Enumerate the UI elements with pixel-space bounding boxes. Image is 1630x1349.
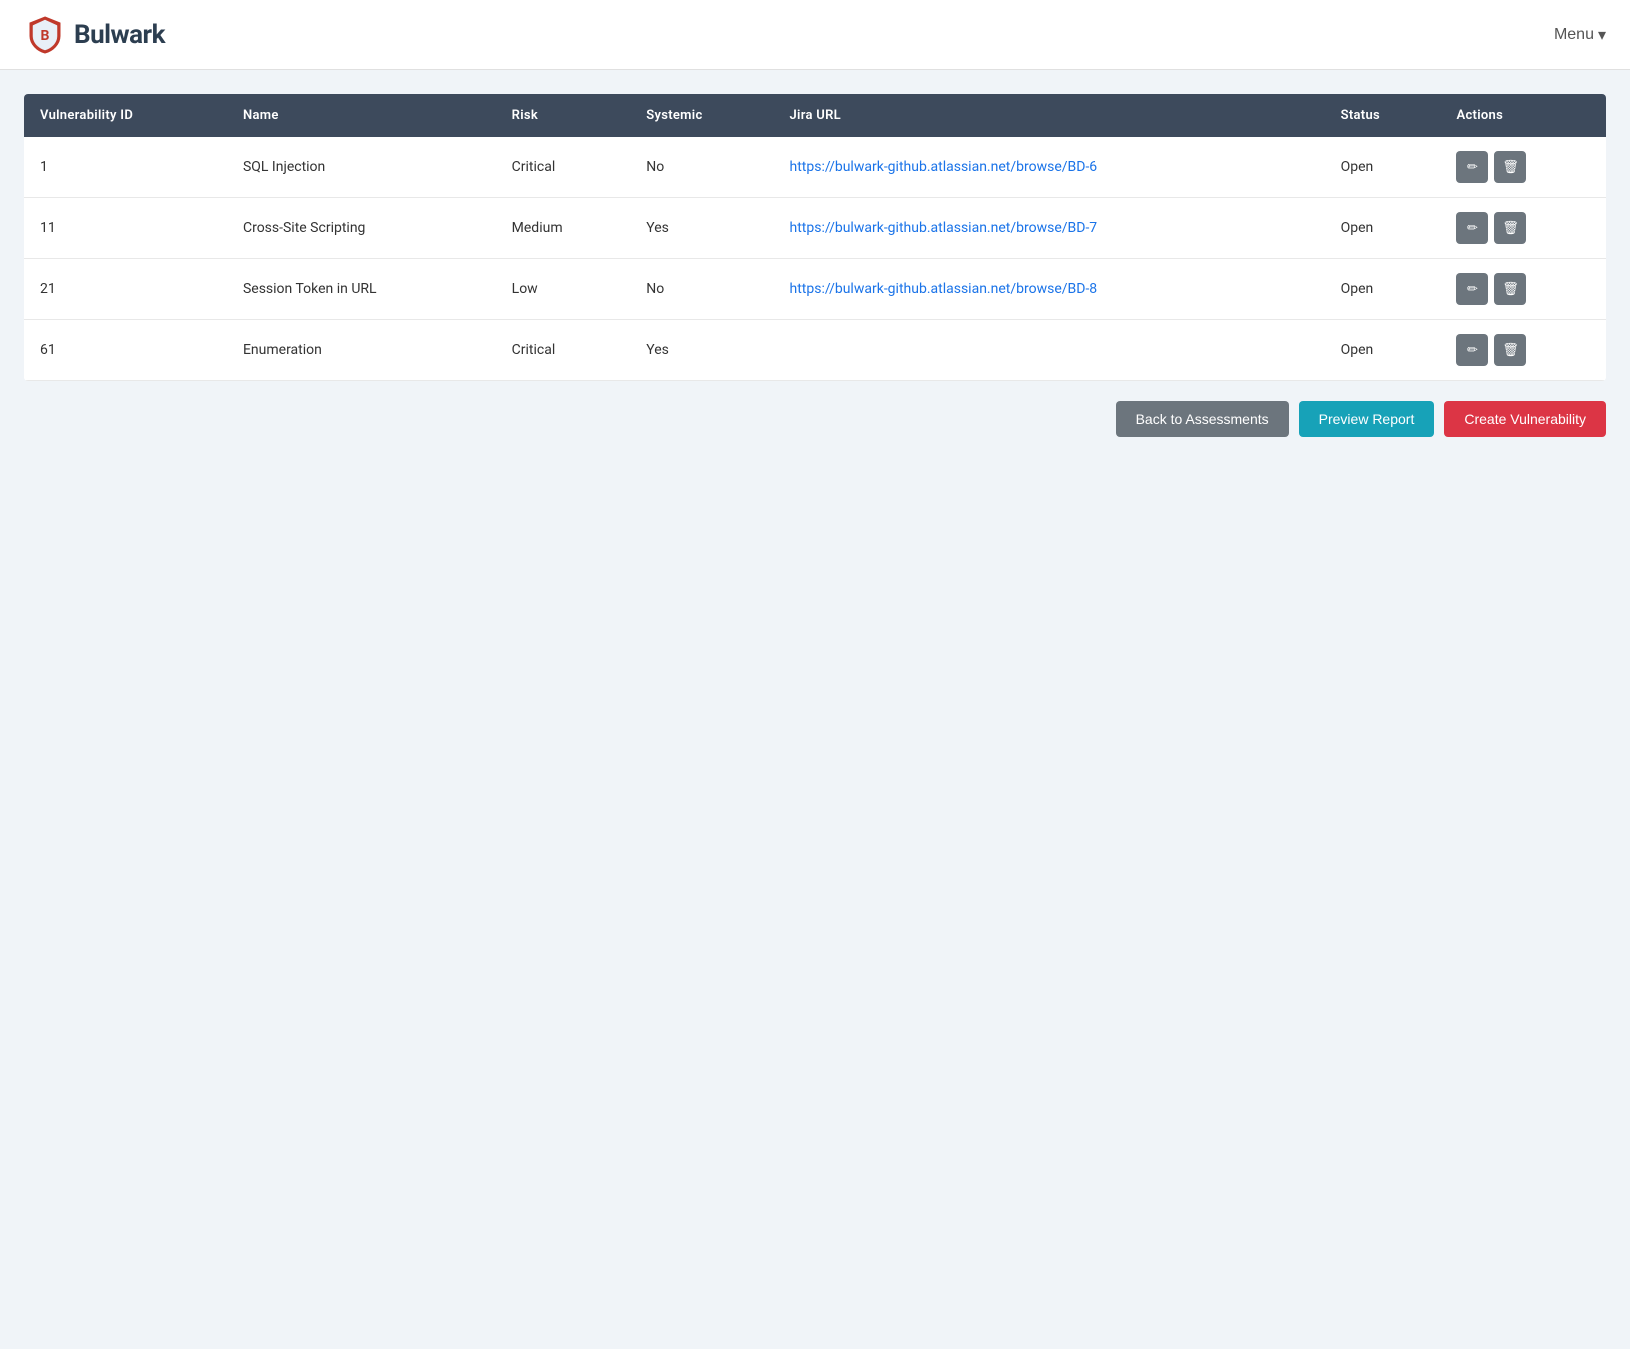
col-actions: Actions bbox=[1440, 94, 1606, 137]
cell-vuln-id: 1 bbox=[24, 137, 227, 198]
trash-icon: 🗑 bbox=[1502, 342, 1519, 358]
edit-button[interactable]: ✏ bbox=[1456, 151, 1488, 183]
cell-name: Session Token in URL bbox=[227, 259, 496, 320]
trash-icon: 🗑 bbox=[1502, 220, 1519, 236]
table-row: 61EnumerationCriticalYesOpen✏🗑 bbox=[24, 320, 1606, 381]
table-header: Vulnerability ID Name Risk Systemic Jira… bbox=[24, 94, 1606, 137]
cell-jira-url: https://bulwark-github.atlassian.net/bro… bbox=[773, 259, 1324, 320]
cell-actions: ✏🗑 bbox=[1440, 259, 1606, 320]
bottom-actions: Back to Assessments Preview Report Creat… bbox=[24, 401, 1606, 437]
cell-status: Open bbox=[1325, 320, 1441, 381]
jira-link[interactable]: https://bulwark-github.atlassian.net/bro… bbox=[789, 220, 1097, 236]
create-vulnerability-button[interactable]: Create Vulnerability bbox=[1444, 401, 1606, 437]
action-buttons: ✏🗑 bbox=[1456, 273, 1590, 305]
col-risk: Risk bbox=[496, 94, 631, 137]
cell-name: SQL Injection bbox=[227, 137, 496, 198]
action-buttons: ✏🗑 bbox=[1456, 212, 1590, 244]
col-status: Status bbox=[1325, 94, 1441, 137]
logo-container: B Bulwark bbox=[24, 14, 165, 56]
cell-systemic: Yes bbox=[630, 198, 773, 259]
cell-systemic: No bbox=[630, 259, 773, 320]
trash-icon: 🗑 bbox=[1502, 159, 1519, 175]
navbar: B Bulwark Menu ▾ bbox=[0, 0, 1630, 70]
cell-vuln-id: 11 bbox=[24, 198, 227, 259]
table-row: 11Cross-Site ScriptingMediumYes https://b… bbox=[24, 198, 1606, 259]
jira-link[interactable]: https://bulwark-github.atlassian.net/bro… bbox=[789, 281, 1097, 297]
cell-actions: ✏🗑 bbox=[1440, 320, 1606, 381]
cell-name: Cross-Site Scripting bbox=[227, 198, 496, 259]
col-jira-url: Jira URL bbox=[773, 94, 1324, 137]
pencil-icon: ✏ bbox=[1467, 220, 1478, 236]
cell-actions: ✏🗑 bbox=[1440, 137, 1606, 198]
cell-risk: Critical bbox=[496, 137, 631, 198]
cell-name: Enumeration bbox=[227, 320, 496, 381]
action-buttons: ✏🗑 bbox=[1456, 334, 1590, 366]
app-name: Bulwark bbox=[74, 20, 165, 50]
cell-risk: Critical bbox=[496, 320, 631, 381]
cell-vuln-id: 21 bbox=[24, 259, 227, 320]
col-name: Name bbox=[227, 94, 496, 137]
svg-text:B: B bbox=[41, 28, 50, 44]
edit-button[interactable]: ✏ bbox=[1456, 212, 1488, 244]
jira-link[interactable]: https://bulwark-github.atlassian.net/bro… bbox=[789, 159, 1097, 175]
edit-button[interactable]: ✏ bbox=[1456, 334, 1488, 366]
edit-button[interactable]: ✏ bbox=[1456, 273, 1488, 305]
chevron-down-icon: ▾ bbox=[1598, 25, 1606, 45]
delete-button[interactable]: 🗑 bbox=[1494, 151, 1526, 183]
col-systemic: Systemic bbox=[630, 94, 773, 137]
cell-systemic: No bbox=[630, 137, 773, 198]
cell-jira-url bbox=[773, 320, 1324, 381]
pencil-icon: ✏ bbox=[1467, 281, 1478, 297]
table-body: 1SQL InjectionCriticalNohttps://bulwark-… bbox=[24, 137, 1606, 381]
cell-systemic: Yes bbox=[630, 320, 773, 381]
menu-label: Menu bbox=[1554, 26, 1594, 44]
cell-status: Open bbox=[1325, 198, 1441, 259]
cell-jira-url: https://bulwark-github.atlassian.net/bro… bbox=[773, 198, 1324, 259]
menu-button[interactable]: Menu ▾ bbox=[1554, 25, 1606, 45]
action-buttons: ✏🗑 bbox=[1456, 151, 1590, 183]
cell-jira-url: https://bulwark-github.atlassian.net/bro… bbox=[773, 137, 1324, 198]
delete-button[interactable]: 🗑 bbox=[1494, 273, 1526, 305]
cell-status: Open bbox=[1325, 137, 1441, 198]
vulnerability-table: Vulnerability ID Name Risk Systemic Jira… bbox=[24, 94, 1606, 381]
bulwark-logo-icon: B bbox=[24, 14, 66, 56]
delete-button[interactable]: 🗑 bbox=[1494, 334, 1526, 366]
pencil-icon: ✏ bbox=[1467, 159, 1478, 175]
main-content: Vulnerability ID Name Risk Systemic Jira… bbox=[0, 70, 1630, 461]
cell-status: Open bbox=[1325, 259, 1441, 320]
cell-actions: ✏🗑 bbox=[1440, 198, 1606, 259]
col-vuln-id: Vulnerability ID bbox=[24, 94, 227, 137]
cell-risk: Low bbox=[496, 259, 631, 320]
trash-icon: 🗑 bbox=[1502, 281, 1519, 297]
table-row: 21Session Token in URLLowNo https://bulwa… bbox=[24, 259, 1606, 320]
table-row: 1SQL InjectionCriticalNo https://bulwark-… bbox=[24, 137, 1606, 198]
pencil-icon: ✏ bbox=[1467, 342, 1478, 358]
preview-report-button[interactable]: Preview Report bbox=[1299, 401, 1435, 437]
cell-risk: Medium bbox=[496, 198, 631, 259]
back-to-assessments-button[interactable]: Back to Assessments bbox=[1116, 401, 1289, 437]
cell-vuln-id: 61 bbox=[24, 320, 227, 381]
delete-button[interactable]: 🗑 bbox=[1494, 212, 1526, 244]
